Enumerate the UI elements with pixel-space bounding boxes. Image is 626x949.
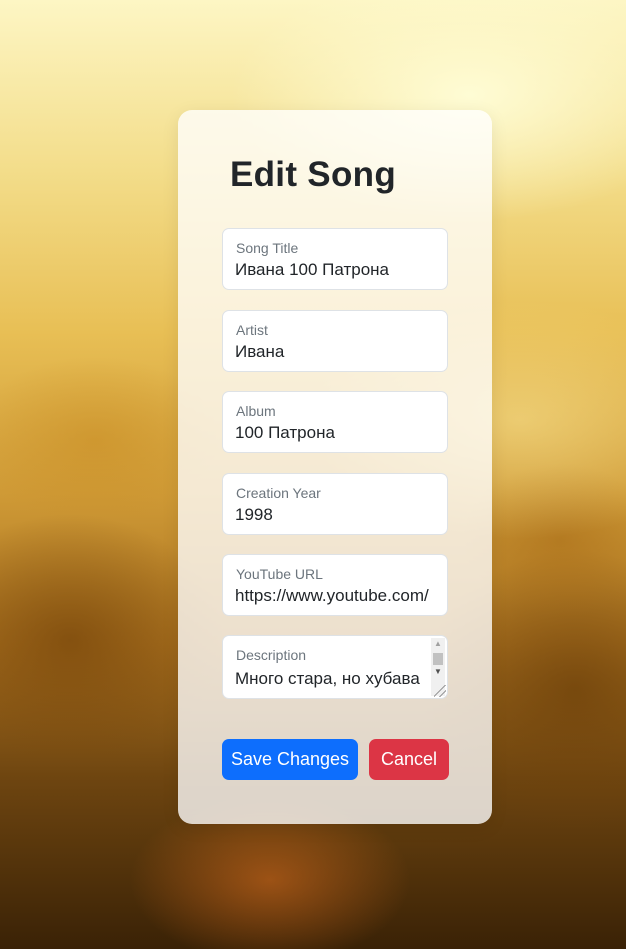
song-title-input[interactable]: Ивана 100 Патрона [235,260,445,280]
description-label: Description [236,647,307,663]
youtube-url-label: YouTube URL [236,566,323,582]
description-textarea[interactable]: Много стара, но хубава песен [235,667,427,698]
youtube-url-input[interactable]: https://www.youtube.com/ [235,586,445,606]
youtube-url-field[interactable]: YouTube URL https://www.youtube.com/ [222,554,448,616]
save-changes-button[interactable]: Save Changes [222,739,358,780]
description-field[interactable]: Description Много стара, но хубава песен… [222,635,448,699]
album-field[interactable]: Album 100 Патрона [222,391,448,453]
album-input[interactable]: 100 Патрона [235,423,445,443]
artist-input[interactable]: Ивана [235,342,445,362]
page-title: Edit Song [229,155,396,194]
scroll-thumb[interactable] [433,653,443,665]
creation-year-field[interactable]: Creation Year 1998 [222,473,448,535]
artist-label: Artist [236,322,268,338]
creation-year-input[interactable]: 1998 [235,505,445,525]
song-title-field[interactable]: Song Title Ивана 100 Патрона [222,228,448,290]
cancel-button[interactable]: Cancel [369,739,449,780]
creation-year-label: Creation Year [236,485,321,501]
resize-handle-icon[interactable] [434,685,446,697]
artist-field[interactable]: Artist Ивана [222,310,448,372]
scroll-up-arrow-icon[interactable]: ▲ [431,638,445,650]
song-title-label: Song Title [236,240,299,256]
scroll-down-arrow-icon[interactable]: ▼ [431,666,445,678]
album-label: Album [236,403,276,419]
edit-song-card [178,110,492,824]
